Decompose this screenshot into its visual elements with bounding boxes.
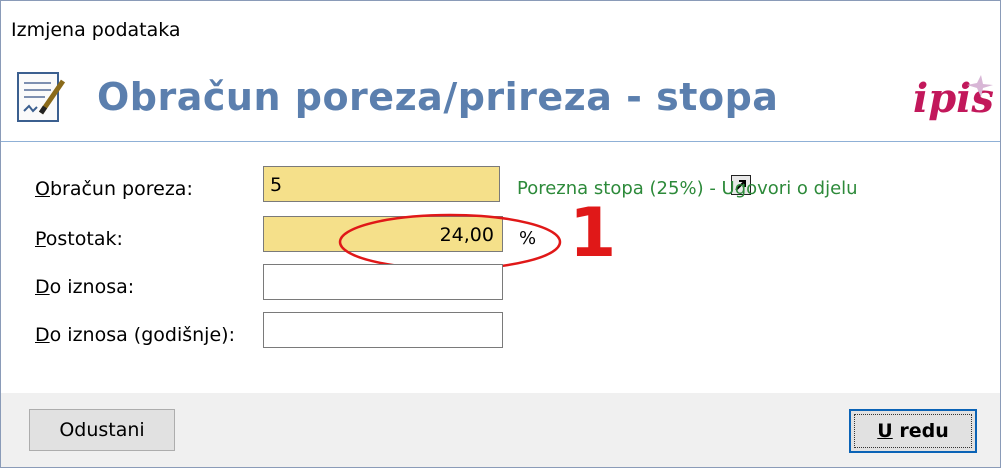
form-area: Obračun poreza: 5 Porezna stopa (25%) - … — [1, 141, 1000, 394]
focus-ring — [854, 414, 972, 448]
cancel-button[interactable]: Odustani — [29, 409, 175, 451]
do-iznosa-field[interactable] — [263, 264, 503, 300]
do-iznosa-label: Do iznosa: — [35, 276, 135, 298]
do-iznosa-godisnje-field[interactable] — [263, 312, 503, 348]
dialog-footer: Odustani U redu — [1, 393, 1000, 467]
dialog-header: Obračun poreza/prireza - stopa ipis — [1, 53, 1000, 141]
logo-star-icon — [967, 75, 993, 97]
obracun-poreza-label: Obračun poreza: — [35, 178, 193, 200]
page-title: Obračun poreza/prireza - stopa — [97, 75, 779, 119]
obracun-poreza-field[interactable]: 5 — [263, 166, 751, 202]
title-bar: Izmjena podataka — [1, 1, 1000, 53]
annotation-marker: 1 — [569, 194, 617, 273]
window-title: Izmjena podataka — [11, 19, 181, 41]
do-iznosa-godisnje-label: Do iznosa (godišnje): — [35, 324, 235, 346]
ok-button[interactable]: U redu — [849, 409, 977, 453]
postotak-label: Postotak: — [35, 228, 123, 250]
dialog-window: Izmjena podataka Obračun poreza/prireza … — [0, 0, 1001, 468]
edit-document-icon — [17, 72, 66, 122]
